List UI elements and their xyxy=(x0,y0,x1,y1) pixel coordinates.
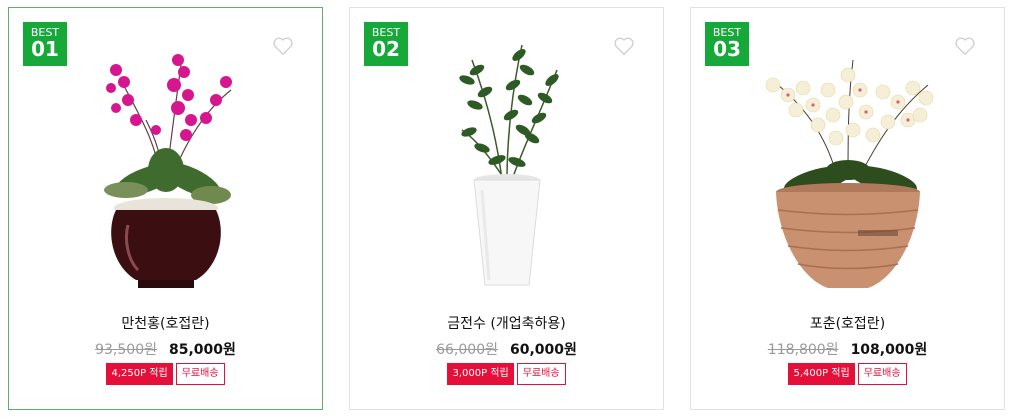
original-price: 93,500원 xyxy=(95,342,157,358)
product-name[interactable]: 금전수 (개업축하용) xyxy=(350,313,663,333)
price-row: 118,800원 108,000원 xyxy=(691,339,1004,359)
rank-number: 02 xyxy=(372,37,400,61)
heart-icon[interactable] xyxy=(272,35,294,57)
rank-number: 01 xyxy=(31,37,59,61)
original-price: 118,800원 xyxy=(767,342,839,358)
points-tag: 4,250P 적립 xyxy=(106,363,173,385)
free-shipping-tag: 무료배송 xyxy=(857,363,907,385)
heart-icon[interactable] xyxy=(613,35,635,57)
free-shipping-tag: 무료배송 xyxy=(175,363,225,385)
tag-row: 5,400P 적립 무료배송 xyxy=(691,363,1004,385)
best-badge: BEST 02 xyxy=(364,22,408,66)
tag-row: 4,250P 적립 무료배송 xyxy=(9,363,322,385)
heart-icon[interactable] xyxy=(954,35,976,57)
product-name[interactable]: 포춘(호접란) xyxy=(691,313,1004,333)
best-label: BEST xyxy=(30,26,60,39)
product-card[interactable]: BEST 03 포춘(호접란) 118,800원 108,000원 5,400P… xyxy=(690,7,1005,410)
rank-number: 03 xyxy=(713,37,741,61)
price-row: 66,000원 60,000원 xyxy=(350,339,663,359)
price-row: 93,500원 85,000원 xyxy=(9,339,322,359)
best-label: BEST xyxy=(712,26,742,39)
product-image[interactable] xyxy=(748,30,948,300)
product-card[interactable]: BEST 02 금전수 (개업축하용) 66,000원 60,000원 3,00… xyxy=(349,7,664,410)
sale-price: 85,000원 xyxy=(168,342,236,358)
best-badge: BEST 01 xyxy=(23,22,67,66)
best-badge: BEST 03 xyxy=(705,22,749,66)
sale-price: 60,000원 xyxy=(509,342,577,358)
points-tag: 3,000P 적립 xyxy=(447,363,514,385)
sale-price: 108,000원 xyxy=(850,342,928,358)
free-shipping-tag: 무료배송 xyxy=(516,363,566,385)
product-card[interactable]: BEST 01 만천홍(호접란) 93,500원 85,000원 4,250P … xyxy=(8,7,323,410)
best-label: BEST xyxy=(371,26,401,39)
original-price: 66,000원 xyxy=(436,342,498,358)
points-tag: 5,400P 적립 xyxy=(788,363,855,385)
product-name[interactable]: 만천홍(호접란) xyxy=(9,313,322,333)
product-image[interactable] xyxy=(407,30,607,300)
product-image[interactable] xyxy=(66,30,266,300)
tag-row: 3,000P 적립 무료배송 xyxy=(350,363,663,385)
